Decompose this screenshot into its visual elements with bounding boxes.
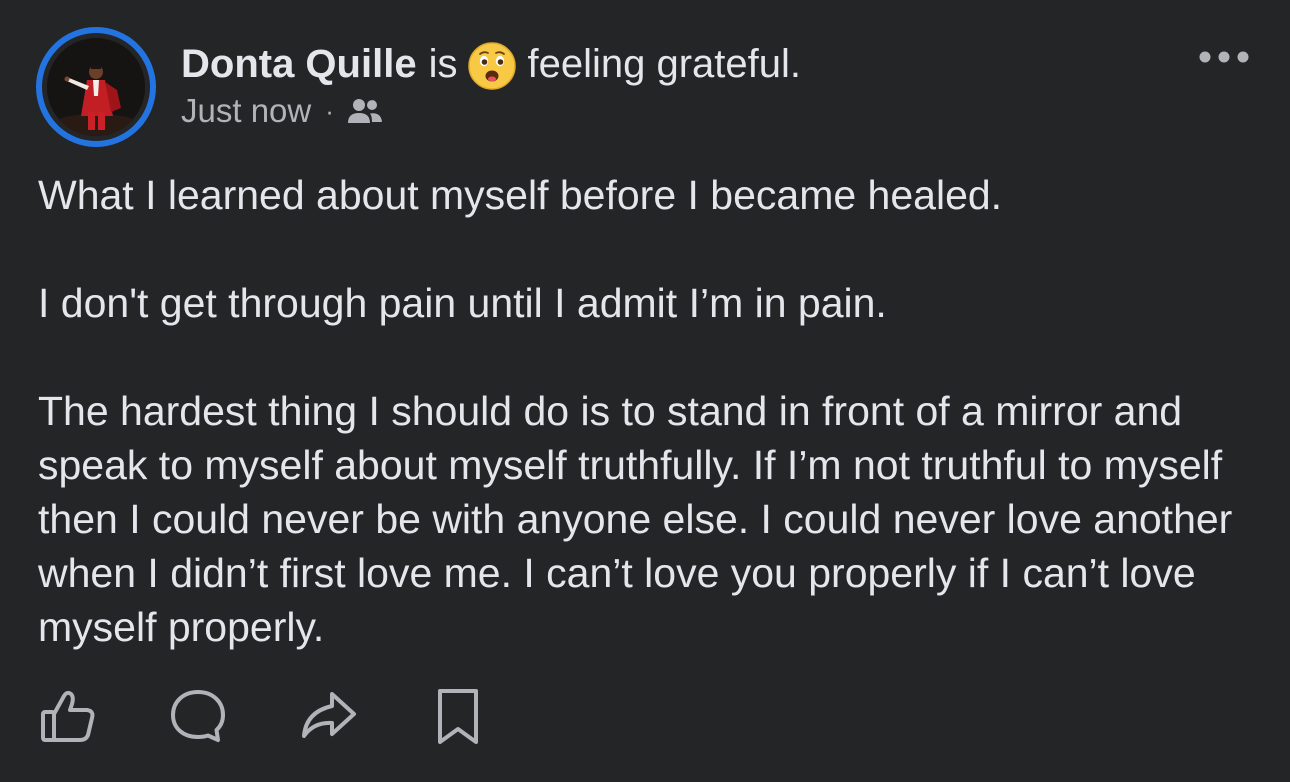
avatar-photo	[47, 38, 145, 136]
comment-icon	[171, 690, 225, 742]
post-paragraph: What I learned about myself before I bec…	[38, 172, 1003, 218]
post-timestamp[interactable]: Just now	[181, 92, 311, 130]
like-button[interactable]	[36, 684, 100, 748]
post-header: Donta Quille is feeling grateful.	[181, 38, 801, 90]
more-options-button[interactable]	[1196, 40, 1252, 74]
like-icon	[41, 690, 95, 742]
avatar-story-ring[interactable]	[36, 27, 156, 147]
save-icon	[438, 689, 478, 744]
author-name[interactable]: Donta Quille	[181, 38, 417, 90]
post-actions	[36, 684, 490, 748]
save-button[interactable]	[426, 684, 490, 748]
post-body: What I learned about myself before I bec…	[38, 168, 1268, 654]
feeling-text: feeling grateful.	[527, 42, 801, 86]
post-paragraph: The hardest thing I should do is to stan…	[38, 388, 1233, 650]
share-icon	[302, 692, 356, 738]
meta-separator: ·	[325, 95, 334, 126]
grateful-face-icon	[467, 41, 517, 91]
avatar[interactable]	[47, 38, 145, 136]
more-options-icon	[1199, 51, 1249, 63]
post-paragraph: I don't get through pain until I admit I…	[38, 280, 887, 326]
feeling-connector: is	[428, 42, 458, 86]
share-button[interactable]	[296, 684, 360, 748]
comment-button[interactable]	[166, 684, 230, 748]
post-meta: Just now ·	[181, 92, 384, 130]
friends-icon[interactable]	[346, 96, 384, 126]
post-card: Donta Quille is feeling grateful. Just n…	[0, 0, 1290, 782]
